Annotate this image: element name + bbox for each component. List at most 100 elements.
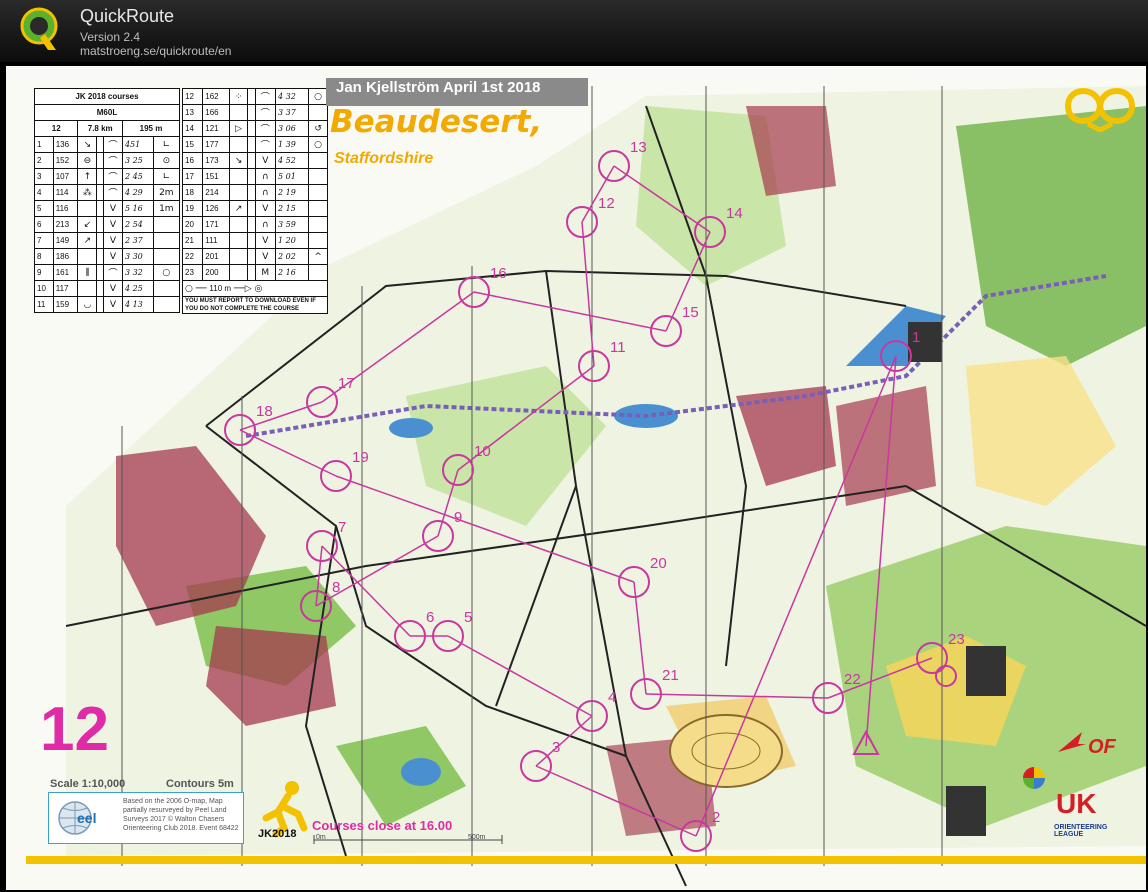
cell-symbol — [152, 280, 181, 297]
cell-symbol — [247, 88, 256, 105]
cell-symbol — [247, 120, 256, 137]
control-number: 13 — [630, 139, 647, 156]
cell-symbol — [308, 168, 328, 185]
cell-symbol — [308, 232, 328, 249]
cell-split: 451 — [121, 136, 154, 153]
card-row: 5 116 V 5 16 1m — [34, 200, 181, 217]
cell-symbol: V — [103, 200, 123, 217]
cell-symbol — [77, 280, 98, 297]
card-header: JK 2018 courses — [34, 88, 180, 105]
cell-symbol — [247, 248, 256, 265]
cell-symbol — [96, 200, 105, 217]
map-credit: Based on the 2006 O-map, Map partially r… — [123, 798, 239, 832]
card-row: 6 213 ↙ V 2 54 — [34, 216, 181, 233]
card-row: 16 173 ↘ V 4 52 — [181, 152, 328, 169]
cell-symbol — [247, 136, 256, 153]
control-number: 12 — [598, 195, 615, 212]
cell-symbol: 1m — [152, 200, 181, 217]
cell-number: 9 — [34, 264, 54, 281]
card-rows-right: 12 162 ⁘ ⌒ 4 32 ○ 13 166 ⌒ 3 37 14 121 ▷ ⌒ 3 06 ↺ 15 177 ⌒… — [181, 88, 328, 281]
cell-symbol — [96, 296, 105, 313]
cell-number: 16 — [181, 152, 204, 169]
map-county: Staffordshire — [334, 150, 434, 167]
building — [966, 646, 1006, 696]
cell-symbol: V — [254, 248, 276, 265]
cell-symbol: ◡ — [77, 296, 98, 313]
cell-symbol: ↗ — [77, 232, 98, 249]
map-border — [26, 856, 1146, 864]
cell-symbol: ⌒ — [254, 136, 276, 153]
cell-symbol: ○ — [152, 264, 181, 281]
cell-number: 22 — [181, 248, 204, 265]
cell-split: 2 54 — [121, 216, 154, 233]
cell-code: 171 — [202, 216, 230, 233]
cell-number: 7 — [34, 232, 54, 249]
cell-code: 111 — [202, 232, 230, 249]
cell-symbol — [96, 136, 105, 153]
cell-symbol: ↘ — [77, 136, 98, 153]
cell-number: 17 — [181, 168, 204, 185]
racecourse — [669, 714, 783, 788]
card-finish-row: ○ ── 110 m ──▷ ◎ — [182, 280, 328, 297]
cell-symbol: ∩ — [254, 184, 276, 201]
scale-bar: 0m 500m — [313, 834, 503, 844]
cell-symbol — [77, 248, 98, 265]
control-number: 18 — [256, 403, 273, 420]
cell-symbol: V — [254, 200, 276, 217]
card-row: 9 161 ⫼ ⌒ 3 32 ○ — [34, 264, 181, 281]
control-number: 4 — [608, 689, 616, 706]
card-row: 7 149 ↗ V 2 37 — [34, 232, 181, 249]
cell-symbol: ↺ — [308, 120, 328, 137]
peel-globe-logo: eel — [58, 801, 96, 835]
map-name: Beaudesert, — [330, 104, 543, 140]
cell-number: 23 — [181, 264, 204, 281]
card-row: 20 171 ∩ 3 59 — [181, 216, 328, 233]
orienteering-map[interactable]: 1234567891011121314151617181920212223 JK… — [6, 66, 1146, 890]
cell-code: 117 — [52, 280, 79, 297]
control-number: 23 — [948, 631, 965, 648]
uk-league-subtext: ORIENTEERING LEAGUE — [1054, 824, 1108, 838]
cell-symbol — [152, 296, 181, 313]
app-url[interactable]: matstroeng.se/quickroute/en — [80, 44, 231, 58]
card-row: 15 177 ⌒ 1 39 ○ — [181, 136, 328, 153]
control-number: 20 — [650, 555, 667, 572]
cell-number: 1 — [34, 136, 54, 153]
cell-split: 2 45 — [121, 168, 154, 185]
cell-symbol: V — [103, 296, 123, 313]
finish-double-circle-icon: ──▷ ◎ — [231, 283, 263, 294]
card-row: 23 200 M 2 16 — [181, 264, 328, 281]
cell-symbol: ↙ — [77, 216, 98, 233]
building — [946, 786, 986, 836]
cell-number: 15 — [181, 136, 204, 153]
cell-symbol: ⊖ — [77, 152, 98, 169]
orienteering-compass-logo — [1023, 767, 1045, 789]
cell-code: 177 — [202, 136, 230, 153]
finish-circle-icon: ○ ── — [185, 283, 210, 294]
control-number: 9 — [454, 509, 462, 526]
cell-number: 14 — [181, 120, 204, 137]
cell-split: 4 13 — [121, 296, 154, 313]
cell-symbol — [247, 232, 256, 249]
cell-symbol — [96, 216, 105, 233]
control-number: 16 — [490, 265, 507, 282]
cell-number: 3 — [34, 168, 54, 185]
cell-symbol: ▷ — [228, 120, 249, 137]
cell-number: 13 — [181, 104, 204, 121]
cell-code: 162 — [202, 88, 230, 105]
cell-split: 4 52 — [274, 152, 310, 169]
cell-symbol: V — [103, 216, 123, 233]
cell-symbol: V — [254, 232, 276, 249]
cell-split: 3 37 — [274, 104, 310, 121]
cell-symbol — [247, 264, 256, 281]
card-row: 17 151 ∩ 5 01 — [181, 168, 328, 185]
cell-symbol — [228, 264, 249, 281]
cell-split: 2 19 — [274, 184, 310, 201]
cell-symbol — [96, 184, 105, 201]
cell-split: 2 15 — [274, 200, 310, 217]
cell-symbol — [96, 232, 105, 249]
scale-bar-start: 0m — [316, 834, 326, 841]
cell-symbol: ⫼ — [77, 264, 98, 281]
credit-box: eel Based on the 2006 O-map, Map partial… — [48, 792, 244, 844]
cell-symbol: ∟ — [152, 168, 181, 185]
cell-split: 1 20 — [274, 232, 310, 249]
